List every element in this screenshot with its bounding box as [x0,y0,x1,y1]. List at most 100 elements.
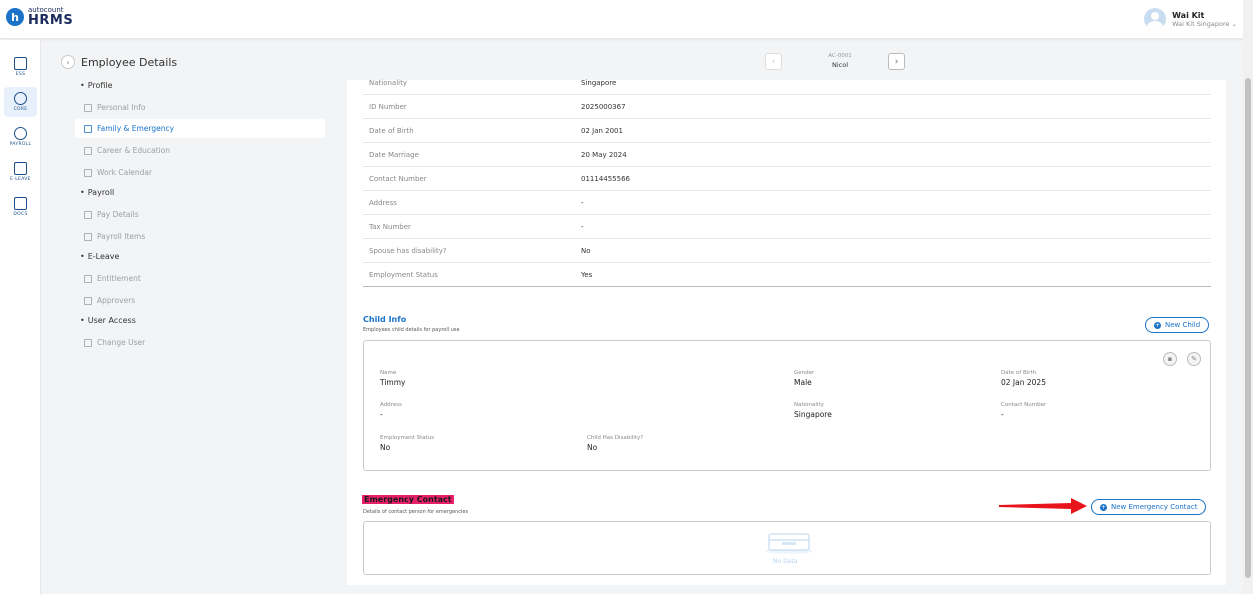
new-emergency-contact-button[interactable]: + New Emergency Contact [1091,499,1207,515]
logo-big-text: HRMS [28,13,74,28]
menu-item-label: Family & Emergency [97,124,175,133]
detail-value: 20 May 2024 [581,150,627,159]
child-info-title: Child Info [363,315,407,324]
core-icon [14,92,27,105]
menu-item-work-calendar[interactable]: Work Calendar [75,163,325,182]
scrollbar-thumb[interactable] [1245,78,1251,578]
rail-item-payroll[interactable]: PAYROLL [4,122,37,152]
emergency-contact-title: Emergency Contact [362,495,454,504]
detail-row: ID Number 2025000367 [363,95,1211,119]
field-label: Contact Number [1001,402,1047,408]
no-data-text: No Data [773,558,798,565]
page-scrollbar[interactable] [1243,0,1253,594]
rail-label: ESS [15,72,26,77]
rail-label: PAYROLL [9,142,32,147]
calendar-icon [84,168,92,177]
child-nationality: Singapore [794,410,832,419]
menu-item-family-emergency[interactable]: Family & Emergency [75,119,325,138]
calendar-check-icon [84,274,92,283]
top-bar: h autocount HRMS Wai Kit Wai Kit Singapo… [0,0,1253,39]
detail-value: 01114455566 [581,174,630,183]
field-label: Name [380,370,397,376]
menu-item-label: Career & Education [97,146,171,155]
rail-item-ess[interactable]: ESS [4,52,37,82]
family-icon [84,124,92,133]
id-card-icon [84,103,92,112]
new-child-button[interactable]: + New Child [1145,317,1210,333]
app-logo[interactable]: h autocount HRMS [6,7,73,27]
detail-key: Nationality [369,78,408,87]
detail-row: Spouse has disability? No [363,239,1211,263]
emergency-contact-subtitle: Details of contact person for emergencie… [363,509,469,515]
page-title: Employee Details [81,56,178,69]
field-label: Employment Status [380,435,435,441]
rail-item-docs[interactable]: DOCS [4,192,37,222]
rail-label: DOCS [13,212,28,217]
red-arrow-annotation [999,498,1087,514]
menu-item-label: Personal Info [97,103,146,112]
menu-item-approvers[interactable]: Approvers [75,291,325,310]
detail-key: Contact Number [369,174,427,183]
rail-label: E-LEAVE [10,177,31,182]
detail-value: Yes [581,270,593,279]
child-gender: Male [794,378,812,387]
delete-icon[interactable]: ▪ [1163,352,1177,366]
plus-icon: + [1100,503,1107,511]
detail-value: 02 Jan 2001 [581,126,623,135]
child-card: ▪ ✎ Name Timmy Gender Male Date of Birth… [363,340,1211,471]
calendar-icon [14,162,27,175]
detail-row: Address - [363,191,1211,215]
detail-key: Tax Number [369,222,411,231]
menu-section-payroll: Payroll [80,188,115,197]
detail-value: No [581,246,591,255]
next-employee-button[interactable]: › [888,53,905,70]
briefcase-icon [84,146,92,155]
edit-icon[interactable]: ✎ [1187,352,1201,366]
menu-item-change-user[interactable]: Change User [75,333,325,352]
menu-item-label: Pay Details [97,210,139,219]
detail-row: Employment Status Yes [363,263,1211,287]
child-contact: - [1001,410,1004,419]
menu-item-label: Work Calendar [97,168,153,177]
back-button[interactable]: ‹ [61,55,75,69]
menu-item-personal-info[interactable]: Personal Info [75,98,325,117]
detail-row: Date of Birth 02 Jan 2001 [363,119,1211,143]
avatar-icon [1144,8,1167,30]
payroll-icon [14,127,27,140]
rail-item-core[interactable]: CORE [4,87,37,117]
plus-icon: + [1154,321,1161,329]
detail-value: - [581,198,584,207]
child-employment: No [380,443,391,452]
rail-label: CORE [13,107,28,112]
menu-item-label: Payroll Items [97,232,146,241]
docs-icon [14,197,27,210]
menu-item-payroll-items[interactable]: Payroll Items [75,227,325,246]
menu-item-pay-details[interactable]: Pay Details [75,205,325,224]
rail-item-eleave[interactable]: E-LEAVE [4,157,37,187]
detail-value: Singapore [581,78,617,87]
menu-section-profile: Profile [80,81,113,90]
button-label: New Emergency Contact [1111,503,1198,511]
user-menu[interactable]: Wai Kit Wai Kit Singapore ⌄ [1144,8,1237,30]
list-icon [84,232,92,241]
detail-key: Date of Birth [369,126,414,135]
module-rail: ESS CORE PAYROLL E-LEAVE DOCS [0,40,41,594]
detail-value: - [581,222,584,231]
menu-item-label: Entitlement [97,274,141,283]
field-label: Nationality [794,402,824,408]
button-label: New Child [1165,321,1201,329]
detail-row: Date Marriage 20 May 2024 [363,143,1211,167]
field-label: Child Has Disability? [587,435,644,441]
child-info-subtitle: Employees child details for payroll use [363,327,460,333]
detail-key: Date Marriage [369,150,419,159]
detail-value: 2025000367 [581,102,626,111]
menu-item-career-education[interactable]: Career & Education [75,141,325,160]
user-name: Wai Kit [1172,10,1205,20]
previous-employee-button[interactable]: ‹ [765,53,782,70]
child-name: Timmy [380,378,406,387]
field-label: Date of Birth [1001,370,1037,376]
detail-row: Tax Number - [363,215,1211,239]
emergency-contact-card: No Data [363,521,1211,575]
main-panel: Nationality Singapore ID Number 2025000367… [347,78,1226,585]
menu-item-entitlement[interactable]: Entitlement [75,269,325,288]
